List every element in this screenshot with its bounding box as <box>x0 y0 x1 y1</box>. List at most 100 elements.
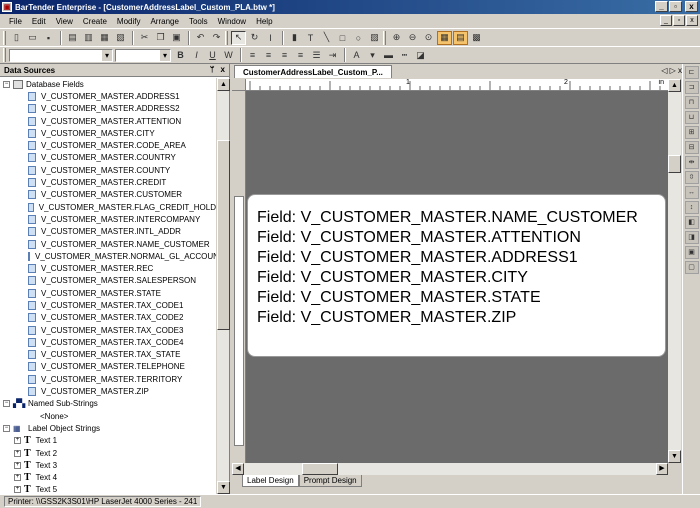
database-field-item[interactable]: V_CUSTOMER_MASTER.ADDRESS1 <box>0 90 216 102</box>
menu-window[interactable]: Window <box>213 17 251 26</box>
tree-node-named-substrings[interactable]: − ▞▚ Named Sub-Strings <box>0 398 216 410</box>
panel-close-icon[interactable]: x <box>221 65 225 74</box>
database-field-item[interactable]: V_CUSTOMER_MASTER.TELEPHONE <box>0 361 216 373</box>
line-color-icon[interactable]: ▬ <box>381 48 396 62</box>
label-text-name-customer[interactable]: Field: V_CUSTOMER_MASTER.NAME_CUSTOMER <box>257 208 665 228</box>
rectangle-tool-icon[interactable]: □ <box>335 31 350 45</box>
collapse-icon[interactable]: − <box>3 80 10 88</box>
picture-tool-icon[interactable]: ▨ <box>367 31 382 45</box>
menu-tools[interactable]: Tools <box>184 17 213 26</box>
bring-front-icon[interactable]: ◧ <box>684 216 699 229</box>
text-object-item[interactable]: + T Text 5 <box>0 484 216 494</box>
ungroup-icon[interactable]: ▢ <box>684 261 699 274</box>
database-field-item[interactable]: V_CUSTOMER_MASTER.ZIP <box>0 385 216 397</box>
line-tool-icon[interactable]: ╲ <box>319 31 334 45</box>
toolbar-grip[interactable] <box>225 30 228 45</box>
distribute-horizontal-icon[interactable]: ⇹ <box>684 156 699 169</box>
zoom-fit-icon[interactable]: ⊙ <box>421 31 436 45</box>
text-object-item[interactable]: + T Text 4 <box>0 472 216 484</box>
open-folder-icon[interactable]: ▭ <box>25 31 40 45</box>
scroll-down-icon[interactable]: ▼ <box>217 481 230 494</box>
collapse-icon[interactable]: − <box>3 424 10 432</box>
align-right-icon[interactable]: ≡ <box>277 48 292 62</box>
database-field-item[interactable]: V_CUSTOMER_MASTER.NORMAL_GL_ACCOUNT <box>0 250 216 262</box>
zoom-out-icon[interactable]: ⊖ <box>405 31 420 45</box>
label-text-address1[interactable]: Field: V_CUSTOMER_MASTER.ADDRESS1 <box>257 248 665 268</box>
document-tab[interactable]: CustomerAddressLabel_Custom_P... <box>234 65 392 78</box>
menu-file[interactable]: File <box>4 17 27 26</box>
scroll-thumb[interactable] <box>217 140 230 330</box>
align-middle-icon[interactable]: ⊞ <box>684 126 699 139</box>
expand-icon[interactable]: + <box>14 449 21 457</box>
pin-icon[interactable]: ᛘ <box>210 65 215 74</box>
toolbar-grip[interactable] <box>3 30 6 45</box>
document-tab-nav[interactable]: ◁ ▷ x <box>661 66 682 75</box>
ellipse-tool-icon[interactable]: ○ <box>351 31 366 45</box>
align-left-icon[interactable]: ≡ <box>245 48 260 62</box>
text-tool-icon[interactable]: T <box>303 31 318 45</box>
database-field-item[interactable]: V_CUSTOMER_MASTER.TERRITORY <box>0 373 216 385</box>
font-size-combo[interactable] <box>115 48 171 62</box>
data-sources-scrollbar[interactable]: ▲ ▼ <box>216 78 230 494</box>
collapse-icon[interactable]: − <box>3 400 10 408</box>
font-color-icon[interactable]: A <box>349 48 364 62</box>
expand-icon[interactable]: + <box>14 461 21 469</box>
same-width-icon[interactable]: ↔ <box>684 186 699 199</box>
redo-icon[interactable]: ↷ <box>209 31 224 45</box>
database-field-item[interactable]: V_CUSTOMER_MASTER.ATTENTION <box>0 115 216 127</box>
doc-close-button[interactable]: x <box>686 15 698 26</box>
bold-button[interactable]: B <box>173 48 188 62</box>
doc-minimize-button[interactable]: _ <box>660 15 672 26</box>
scroll-down-icon[interactable]: ▼ <box>668 450 681 463</box>
align-right-icon[interactable]: ⊓ <box>684 96 699 109</box>
database-field-item[interactable]: V_CUSTOMER_MASTER.TAX_STATE <box>0 349 216 361</box>
data-sources-toggle-icon[interactable]: ▤ <box>453 30 468 45</box>
expand-icon[interactable]: + <box>14 474 21 482</box>
align-bottom-icon[interactable]: ⊟ <box>684 141 699 154</box>
expand-icon[interactable]: + <box>14 486 21 494</box>
page-setup-icon[interactable]: ▥ <box>81 31 96 45</box>
font-name-combo[interactable] <box>9 48 113 62</box>
send-back-icon[interactable]: ◨ <box>684 231 699 244</box>
save-icon[interactable]: ▪ <box>41 31 56 45</box>
scroll-up-icon[interactable]: ▲ <box>668 79 681 92</box>
toolbox-toggle-icon[interactable]: ▦ <box>437 30 452 45</box>
maximize-button[interactable]: ▫ <box>669 1 682 12</box>
underline-button[interactable]: U <box>205 48 220 62</box>
text-object-item[interactable]: + T Text 1 <box>0 435 216 447</box>
new-document-icon[interactable]: ▯ <box>9 31 24 45</box>
justify-icon[interactable]: ≡ <box>293 48 308 62</box>
scroll-up-icon[interactable]: ▲ <box>217 78 230 91</box>
tree-node-label-object-strings[interactable]: − ▦ Label Object Strings <box>0 422 216 434</box>
text-object-item[interactable]: + T Text 2 <box>0 447 216 459</box>
menu-arrange[interactable]: Arrange <box>145 17 183 26</box>
close-button[interactable]: x <box>685 1 698 12</box>
menu-create[interactable]: Create <box>78 17 112 26</box>
database-field-item[interactable]: V_CUSTOMER_MASTER.INTL_ADDR <box>0 226 216 238</box>
design-canvas[interactable]: Field: V_CUSTOMER_MASTER.NAME_CUSTOMER F… <box>246 91 668 463</box>
toolbar-grip[interactable] <box>3 48 6 62</box>
distribute-vertical-icon[interactable]: ⇳ <box>684 171 699 184</box>
label-text-attention[interactable]: Field: V_CUSTOMER_MASTER.ATTENTION <box>257 228 665 248</box>
database-field-item[interactable]: V_CUSTOMER_MASTER.CITY <box>0 127 216 139</box>
database-field-item[interactable]: V_CUSTOMER_MASTER.INTERCOMPANY <box>0 213 216 225</box>
label-text-state[interactable]: Field: V_CUSTOMER_MASTER.STATE <box>257 288 665 308</box>
minimize-button[interactable]: _ <box>655 1 668 12</box>
print-icon[interactable]: ▦ <box>97 31 112 45</box>
database-field-item[interactable]: V_CUSTOMER_MASTER.CODE_AREA <box>0 139 216 151</box>
database-field-item[interactable]: V_CUSTOMER_MASTER.ADDRESS2 <box>0 103 216 115</box>
tree-node-none[interactable]: <None> <box>0 410 216 422</box>
doc-restore-button[interactable]: ▫ <box>673 15 685 26</box>
paste-icon[interactable]: ▣ <box>169 31 184 45</box>
toolbar-grip[interactable] <box>383 30 386 45</box>
label-text-zip[interactable]: Field: V_CUSTOMER_MASTER.ZIP <box>257 308 665 328</box>
canvas-horizontal-scrollbar[interactable]: ◀ ▶ <box>232 463 668 475</box>
tab-label-design[interactable]: Label Design <box>242 475 299 487</box>
indent-icon[interactable]: ⇥ <box>325 48 340 62</box>
undo-icon[interactable]: ↶ <box>193 31 208 45</box>
align-top-icon[interactable]: ⊔ <box>684 111 699 124</box>
export-icon[interactable]: ▧ <box>113 31 128 45</box>
select-pointer-icon[interactable]: ↖ <box>231 30 246 45</box>
database-field-item[interactable]: V_CUSTOMER_MASTER.NAME_CUSTOMER <box>0 238 216 250</box>
database-field-item[interactable]: V_CUSTOMER_MASTER.SALESPERSON <box>0 275 216 287</box>
